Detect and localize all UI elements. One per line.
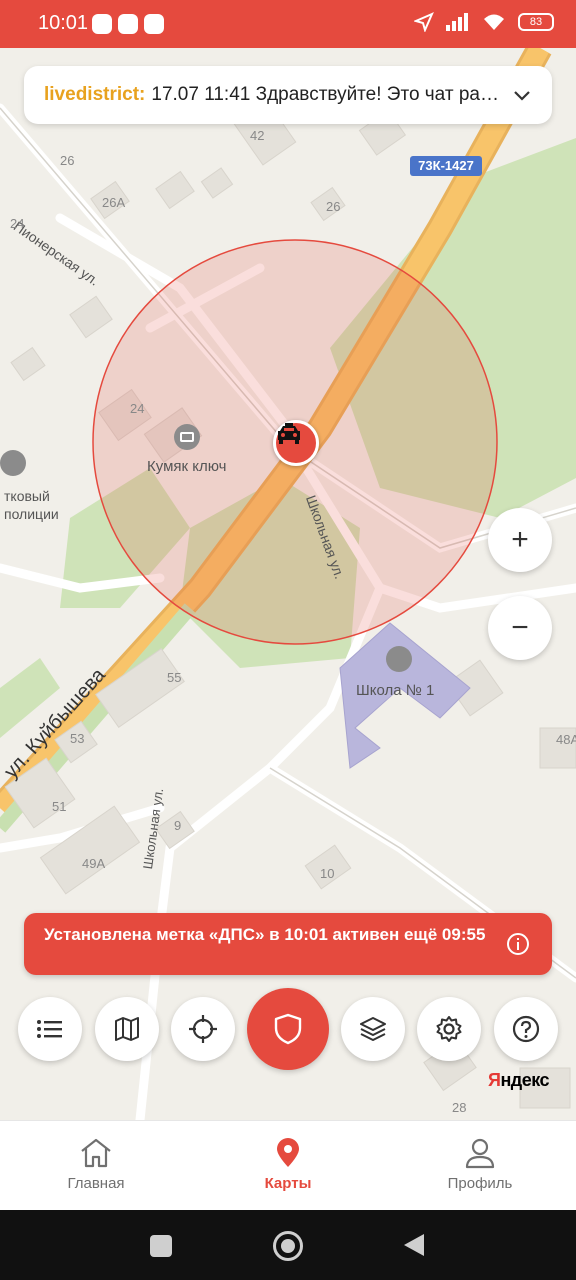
bottom-navigation: Главная Карты Профиль bbox=[0, 1120, 576, 1210]
help-icon bbox=[512, 1015, 540, 1043]
location-pin-icon bbox=[277, 1138, 299, 1167]
wifi-icon bbox=[484, 14, 504, 30]
school-label: Школа № 1 bbox=[356, 682, 435, 699]
list-button[interactable] bbox=[18, 997, 82, 1061]
school-icon[interactable] bbox=[386, 646, 412, 672]
house-number: 42 bbox=[250, 128, 265, 143]
poi-label: тковый bbox=[4, 488, 50, 504]
list-icon bbox=[37, 1020, 62, 1038]
house-number: 24 bbox=[10, 216, 25, 231]
nav-maps[interactable]: Карты bbox=[218, 1137, 358, 1192]
nav-profile[interactable]: Профиль bbox=[410, 1137, 550, 1192]
battery-indicator: 83 bbox=[518, 13, 554, 31]
house-number: 26 bbox=[326, 199, 341, 214]
poi-label: полиции bbox=[4, 506, 59, 522]
app-notification-icon bbox=[92, 14, 112, 34]
police-pin-icon[interactable] bbox=[0, 450, 26, 476]
house-number: 28 bbox=[452, 1100, 467, 1115]
house-number: 26 bbox=[60, 153, 75, 168]
poi-label: Кумяк ключ bbox=[147, 458, 227, 475]
shield-icon bbox=[274, 1013, 302, 1045]
profile-icon bbox=[465, 1138, 495, 1169]
house-number: 24 bbox=[130, 401, 145, 416]
locate-icon bbox=[189, 1015, 217, 1043]
help-button[interactable] bbox=[494, 997, 558, 1061]
alert-banner-text: Установлена метка «ДПС» в 10:01 активен … bbox=[44, 925, 486, 944]
status-icons: 83 bbox=[414, 12, 554, 32]
location-arrow-icon bbox=[414, 12, 434, 32]
layers-button[interactable] bbox=[341, 997, 405, 1061]
zoom-in-button[interactable]: + bbox=[488, 508, 552, 572]
house-number: 51 bbox=[52, 799, 67, 814]
house-number: 49А bbox=[82, 856, 106, 871]
house-number: 48А bbox=[556, 732, 576, 747]
settings-button[interactable] bbox=[417, 997, 481, 1061]
house-number: 55 bbox=[167, 670, 182, 685]
messenger-notification-icon bbox=[118, 14, 138, 34]
map-attribution[interactable]: Яндекс bbox=[488, 1070, 550, 1091]
chat-notification[interactable]: livedistrict: 17.07 11:41 Здравствуйте! … bbox=[24, 66, 552, 124]
chevron-down-icon[interactable] bbox=[510, 83, 534, 107]
recents-button[interactable] bbox=[150, 1235, 172, 1257]
home-button[interactable] bbox=[273, 1231, 303, 1261]
info-icon[interactable] bbox=[506, 932, 530, 956]
nav-profile-label: Профиль bbox=[447, 1175, 513, 1192]
house-number: 53 bbox=[70, 731, 85, 746]
system-navigation-bar bbox=[0, 1210, 576, 1280]
house-number: 26А bbox=[102, 195, 126, 210]
map-button[interactable] bbox=[95, 997, 159, 1061]
briefcase-icon[interactable] bbox=[174, 424, 200, 450]
locate-button[interactable] bbox=[171, 997, 235, 1061]
notification-message: 17.07 11:41 Здравствуйте! Это чат района bbox=[151, 84, 500, 105]
status-time: 10:01 bbox=[38, 12, 89, 34]
nav-maps-label: Карты bbox=[264, 1175, 312, 1192]
settings-icon bbox=[436, 1016, 462, 1042]
house-number: 9 bbox=[174, 818, 182, 833]
report-alert-button[interactable] bbox=[247, 988, 329, 1070]
signal-icon bbox=[446, 13, 468, 31]
alert-marker[interactable] bbox=[273, 420, 319, 466]
status-bar: 10:01 83 bbox=[0, 0, 576, 48]
nav-home[interactable]: Главная bbox=[26, 1137, 166, 1192]
app-notification-icon bbox=[144, 14, 164, 34]
taxi-car-icon bbox=[278, 423, 300, 444]
alert-banner[interactable]: Установлена метка «ДПС» в 10:01 активен … bbox=[24, 913, 552, 975]
notification-sender: livedistrict: bbox=[44, 84, 146, 105]
home-icon bbox=[81, 1138, 111, 1168]
road-badge: 73К-1427 bbox=[418, 158, 474, 173]
zoom-out-button[interactable]: − bbox=[488, 596, 552, 660]
house-number: 10 bbox=[320, 866, 335, 881]
map-icon bbox=[115, 1017, 139, 1041]
back-button[interactable] bbox=[402, 1232, 426, 1258]
nav-home-label: Главная bbox=[67, 1175, 125, 1192]
layers-icon bbox=[360, 1017, 386, 1041]
